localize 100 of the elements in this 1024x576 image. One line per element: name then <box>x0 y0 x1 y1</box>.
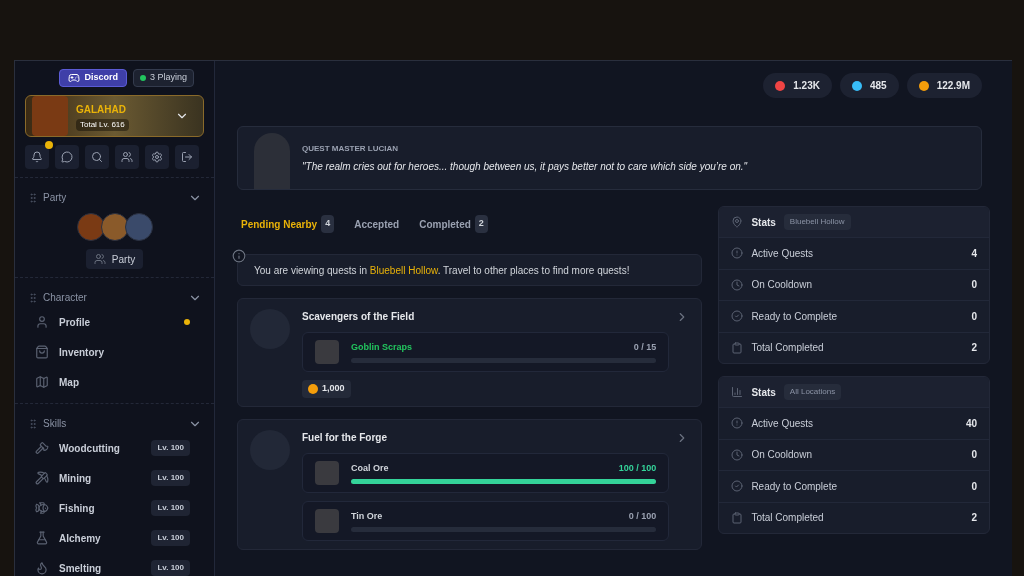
party-avatar-placeholder[interactable] <box>100 213 129 241</box>
party-avatar-placeholder[interactable] <box>76 213 105 241</box>
stat-label: Total Completed <box>751 511 825 526</box>
quest-title: Fuel for the Forge <box>302 431 388 445</box>
stat-value: 0 <box>971 309 977 324</box>
drag-handle-icon[interactable] <box>27 191 39 204</box>
chat-icon <box>61 151 73 163</box>
toolbar-button[interactable] <box>115 145 139 169</box>
bag-icon <box>35 345 49 359</box>
location-tag: Bluebell Hollow <box>783 214 851 230</box>
flame-icon <box>35 561 49 575</box>
currency-pill: 122.9M <box>906 73 982 98</box>
tab[interactable]: Accepted <box>354 216 400 232</box>
currency-pill: 485 <box>839 73 899 98</box>
objective-name: Goblin Scraps <box>351 340 413 354</box>
toolbar-button[interactable] <box>85 145 109 169</box>
pickaxe-icon <box>35 471 49 485</box>
hero-portrait-placeholder <box>32 96 68 136</box>
tab[interactable]: Pending Nearby 4 <box>241 215 335 233</box>
person-icon <box>35 315 49 329</box>
drag-handle-icon[interactable] <box>27 417 39 430</box>
stat-value: 0 <box>971 479 977 494</box>
toolbar-button[interactable] <box>55 145 79 169</box>
tab[interactable]: Completed 2 <box>419 215 488 233</box>
stats-title: Stats <box>751 215 776 230</box>
logout-icon <box>181 151 193 163</box>
currency-pill: 1.23K <box>763 73 832 98</box>
skill-name[interactable]: Alchemy <box>59 530 142 546</box>
players-count: 3 Playing <box>149 71 187 85</box>
objective-progress: 0 / 100 <box>628 509 657 523</box>
objective-name: Tin Ore <box>351 509 384 523</box>
tab-count: 2 <box>474 215 488 233</box>
flask-icon <box>35 531 49 545</box>
ember-icon <box>775 80 786 91</box>
stat-label: On Cooldown <box>751 278 813 293</box>
party-avatar-placeholder[interactable] <box>124 213 153 241</box>
hero-level: Total Lv. 616 <box>76 118 129 131</box>
skill-level: Lv. 100 <box>151 560 190 576</box>
users-icon <box>93 253 106 265</box>
item-picture-placeholder <box>315 461 339 485</box>
objective-progress: 0 / 15 <box>633 340 657 354</box>
stat-value: 2 <box>971 341 977 356</box>
item-picture-placeholder <box>315 340 339 364</box>
stat-value: 0 <box>971 448 977 463</box>
stat-label: Ready to Complete <box>751 479 838 494</box>
bell-icon <box>31 151 43 163</box>
stat-label: Active Quests <box>751 416 815 431</box>
hero-name: GALAHAD <box>76 102 127 117</box>
skill-level: Lv. 100 <box>151 500 190 516</box>
objective-progress: 100 / 100 <box>618 461 657 475</box>
alert-icon <box>731 417 744 430</box>
stat-label: Total Completed <box>751 341 825 356</box>
section-title: Party <box>43 191 68 205</box>
map-icon <box>35 375 49 389</box>
clipboard-icon <box>731 511 744 524</box>
quest-card[interactable]: Fuel for the Forge Coal Ore 100 / 100 Tin Ore 0 / 100 <box>237 419 703 550</box>
skill-name[interactable]: Smelting <box>59 560 142 576</box>
skill-name[interactable]: Mining <box>59 470 142 486</box>
search-icon <box>91 151 103 163</box>
location-tag: All Locations <box>783 384 842 400</box>
reward-pill: 1,000 <box>302 380 351 398</box>
clipboard-icon <box>731 341 744 354</box>
skill-name[interactable]: Fishing <box>59 500 142 516</box>
fish-icon <box>35 501 49 515</box>
users-icon <box>121 151 133 163</box>
stat-value: 4 <box>971 246 977 261</box>
skill-level: Lv. 100 <box>151 440 190 456</box>
stat-label: Ready to Complete <box>751 309 838 324</box>
stat-value: 2 <box>971 511 977 526</box>
stats-title: Stats <box>751 385 776 400</box>
hero-card[interactable]: GALAHAD Total Lv. 616 <box>25 95 204 137</box>
clock-icon <box>731 278 744 291</box>
check-circle-icon <box>731 310 744 323</box>
coin-icon <box>308 384 318 394</box>
check-circle-icon <box>731 480 744 493</box>
gem-icon <box>851 80 862 91</box>
skill-level: Lv. 100 <box>151 530 190 546</box>
skill-name[interactable]: Woodcutting <box>59 440 142 456</box>
axe-icon <box>35 441 49 455</box>
toolbar-button[interactable] <box>145 145 169 169</box>
coin-icon <box>918 80 929 91</box>
quest-master-name: QUEST MASTER LUCIAN <box>302 142 399 155</box>
quest-master-quote: "The realm cries out for heroes... though between us, it pays better not to care which side you’re on." <box>302 159 748 174</box>
tab-count: 4 <box>321 215 335 233</box>
settings-icon <box>151 151 163 163</box>
item-picture-placeholder <box>315 509 339 533</box>
section-title: Character <box>43 291 88 305</box>
party-button[interactable]: Party <box>85 249 144 269</box>
nav-item[interactable]: Profile <box>23 309 206 335</box>
map-pin-icon <box>731 216 744 228</box>
quest-card[interactable]: Scavengers of the Field Goblin Scraps 0 / 15 1,000 <box>237 298 703 407</box>
discord-button[interactable]: Discord <box>59 69 127 87</box>
skill-level: Lv. 100 <box>151 470 190 486</box>
toolbar-button[interactable] <box>175 145 199 169</box>
drag-handle-icon[interactable] <box>27 291 39 304</box>
nav-item[interactable]: Map <box>23 369 206 395</box>
stat-value: 0 <box>971 278 977 293</box>
bar-chart-icon <box>731 386 744 398</box>
stat-label: On Cooldown <box>751 448 813 463</box>
nav-item[interactable]: Inventory <box>23 339 206 365</box>
